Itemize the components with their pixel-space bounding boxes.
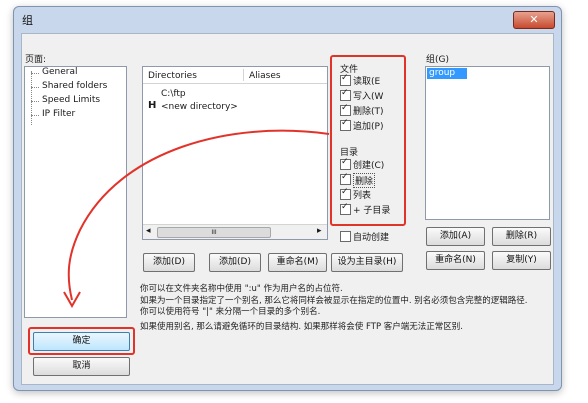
arrow-curve bbox=[67, 129, 330, 301]
annotation-arrow bbox=[63, 129, 330, 309]
